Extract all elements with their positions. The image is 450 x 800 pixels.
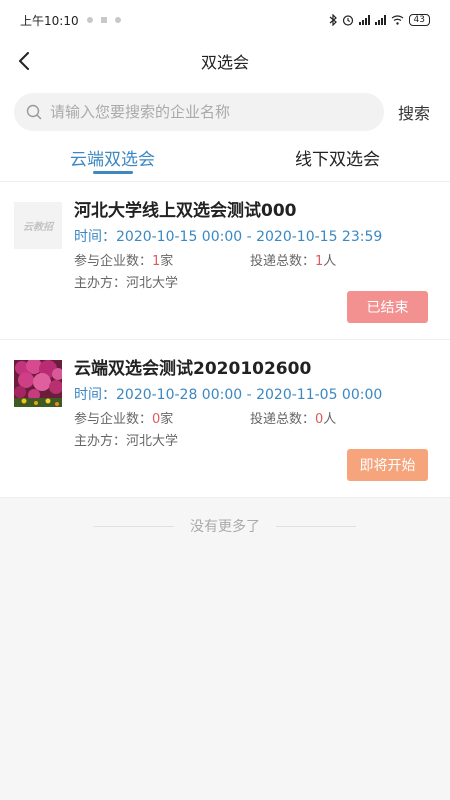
bluetooth-icon — [329, 14, 337, 26]
companies-unit: 家 — [160, 254, 174, 269]
event-thumbnail — [14, 360, 62, 407]
status-badge-ended[interactable]: 已结束 — [347, 291, 428, 323]
search-box[interactable] — [14, 92, 384, 131]
search-bar: 搜索 — [0, 82, 450, 134]
status-right: 43 — [329, 14, 430, 26]
top-area: 上午10:10 43 双选会 请输入您要搜索的企业名称 搜索 云端双选会 线下双… — [0, 0, 450, 182]
tab-offline-fair[interactable]: 线下双选会 — [225, 134, 450, 181]
battery-icon: 43 — [408, 14, 430, 26]
time-label: 时间： — [74, 387, 116, 403]
tab-label: 线下双选会 — [295, 150, 380, 170]
tab-indicator — [92, 171, 133, 174]
companies-label: 参与企业数： — [74, 412, 153, 427]
event-card[interactable]: 云端双选会测试2020102600 时间：2020-10-28 00:00 - … — [0, 340, 450, 498]
list-end-indicator: 没有更多了 — [0, 498, 450, 554]
tab-label: 云端双选会 — [70, 150, 155, 170]
alarm-icon — [342, 15, 353, 26]
notification-square-icon — [100, 17, 107, 23]
status-badge-upcoming[interactable]: 即将开始 — [347, 449, 428, 481]
submissions-count: 投递总数：1人 — [250, 250, 336, 269]
status-bar: 上午10:10 43 — [0, 0, 450, 40]
divider — [276, 525, 356, 527]
event-time: 时间：2020-10-15 00:00 - 2020-10-15 23:59 — [74, 226, 382, 246]
tab-cloud-fair[interactable]: 云端双选会 — [0, 134, 225, 181]
search-icon — [26, 104, 42, 119]
back-arrow-icon — [19, 52, 29, 70]
submissions-label: 投递总数： — [250, 412, 316, 427]
submissions-count: 投递总数：0人 — [250, 408, 336, 427]
notification-dot-icon — [86, 17, 93, 23]
event-title: 河北大学线上双选会测试000 — [74, 201, 297, 221]
status-time: 上午10:10 — [20, 13, 79, 28]
divider — [94, 525, 174, 527]
event-card[interactable]: 云教招 河北大学线上双选会测试000 时间：2020-10-15 00:00 -… — [0, 182, 450, 340]
time-range: 2020-10-28 00:00 - 2020-11-05 00:00 — [116, 387, 383, 403]
organizer: 主办方：河北大学 — [74, 272, 178, 291]
companies-count: 参与企业数：1家 — [74, 250, 173, 269]
event-thumbnail: 云教招 — [14, 202, 62, 249]
organizer-label: 主办方： — [74, 434, 127, 449]
search-input[interactable] — [50, 93, 384, 130]
navigation-bar: 双选会 — [0, 40, 450, 82]
status-left: 上午10:10 — [20, 12, 121, 29]
time-label: 时间： — [74, 229, 116, 245]
page-title: 双选会 — [200, 53, 249, 72]
event-title: 云端双选会测试2020102600 — [74, 359, 312, 379]
signal-icon — [358, 15, 370, 25]
submissions-label: 投递总数： — [250, 254, 316, 269]
back-button[interactable] — [12, 49, 36, 73]
wifi-icon — [391, 15, 403, 25]
signal-icon — [374, 15, 386, 25]
companies-label: 参与企业数： — [74, 254, 153, 269]
submissions-unit: 人 — [323, 412, 337, 427]
tab-bar: 云端双选会 线下双选会 — [0, 134, 450, 182]
notification-dot-icon — [114, 17, 121, 23]
companies-unit: 家 — [160, 412, 174, 427]
organizer: 主办方：河北大学 — [74, 430, 178, 449]
event-time: 时间：2020-10-28 00:00 - 2020-11-05 00:00 — [74, 384, 382, 404]
time-range: 2020-10-15 00:00 - 2020-10-15 23:59 — [116, 229, 383, 245]
organizer-label: 主办方： — [74, 276, 127, 291]
logo-text: 云教招 — [23, 222, 53, 233]
search-button[interactable]: 搜索 — [398, 100, 430, 124]
organizer-value: 河北大学 — [126, 276, 179, 291]
no-more-text: 没有更多了 — [190, 519, 260, 535]
submissions-unit: 人 — [323, 254, 337, 269]
companies-count: 参与企业数：0家 — [74, 408, 173, 427]
organizer-value: 河北大学 — [126, 434, 179, 449]
